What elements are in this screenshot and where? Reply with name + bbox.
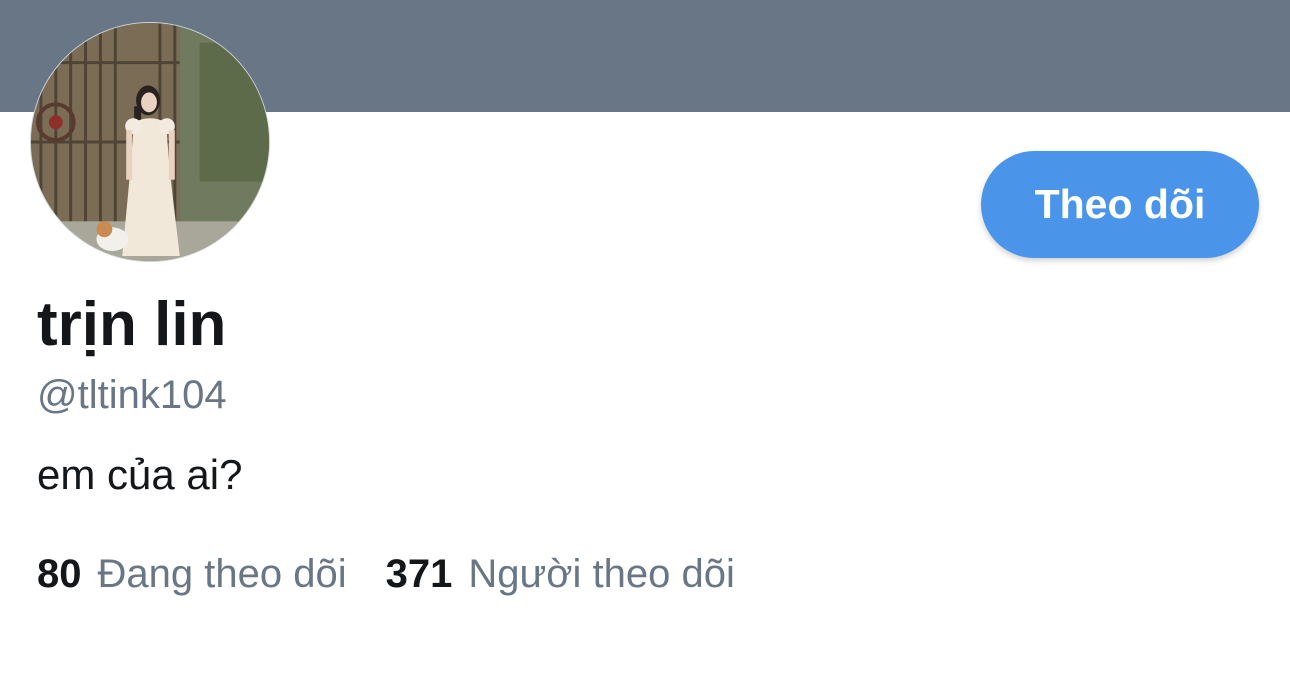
avatar[interactable] <box>30 22 270 262</box>
user-handle: @tltink104 <box>37 373 227 417</box>
followers-stat[interactable]: 371 Người theo dõi <box>386 554 735 594</box>
bio: em của ai? <box>37 451 243 498</box>
following-count: 80 <box>37 552 82 596</box>
following-stat[interactable]: 80 Đang theo dõi <box>37 554 347 594</box>
profile-stats: 80 Đang theo dõi 371 Người theo dõi <box>37 554 735 594</box>
follow-button[interactable]: Theo dõi <box>981 151 1259 258</box>
followers-count: 371 <box>385 552 453 596</box>
following-label: Đang theo dõi <box>97 552 347 596</box>
avatar-photo <box>31 23 269 261</box>
followers-label: Người theo dõi <box>468 552 735 596</box>
display-name: trịn lin <box>37 290 227 359</box>
profile-page: Theo dõi trịn lin @tltink104 em của ai? … <box>0 0 1290 686</box>
